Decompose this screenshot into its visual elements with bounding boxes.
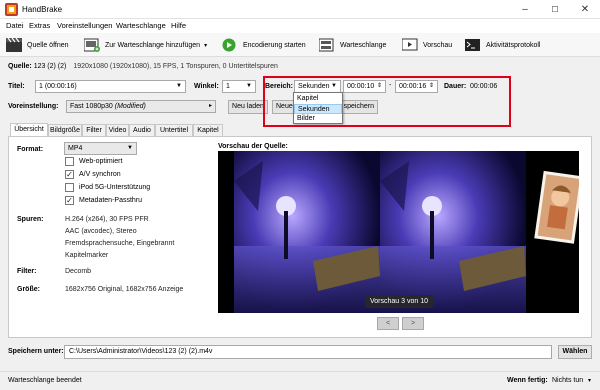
preset-select[interactable]: Fast 1080p30 (Modified) ▸ xyxy=(66,100,216,113)
angle-select[interactable]: 1 ▼ xyxy=(222,80,256,93)
angle-select-value: 1 xyxy=(226,83,230,90)
track-chapters: Kapitelmarker xyxy=(65,252,109,259)
activity-log-label: Aktivitätsprotokoll xyxy=(486,41,541,49)
preset-modified: (Modified) xyxy=(114,103,146,110)
preview-next-button[interactable]: > xyxy=(402,317,424,330)
av-sync-checkbox[interactable]: ✓ xyxy=(65,170,74,179)
angle-label: Winkel: xyxy=(194,83,219,90)
add-queue-icon xyxy=(84,38,100,52)
chevron-down-icon[interactable]: ▾ xyxy=(588,377,591,384)
source-info: Quelle: 123 (2) (2) 1920x1080 (1920x1080… xyxy=(8,63,278,70)
minimize-button[interactable]: – xyxy=(510,0,540,19)
when-done-select[interactable]: Nichts tun xyxy=(552,377,583,384)
terminal-icon xyxy=(465,39,480,51)
chevron-down-icon: ▼ xyxy=(246,83,252,89)
web-optimized-label: Web-optimiert xyxy=(79,158,123,165)
size-value: 1682x756 Original, 1682x756 Anzeige xyxy=(65,286,184,293)
save-as-label: Speichern unter: xyxy=(8,348,64,355)
play-icon xyxy=(222,38,236,52)
filter-value: Decomb xyxy=(65,268,92,275)
preview-icon xyxy=(402,38,418,51)
preset-label: Voreinstellung: xyxy=(8,103,59,110)
source-name: 123 (2) (2) xyxy=(33,63,67,70)
chevron-down-icon: ▼ xyxy=(176,83,182,89)
maximize-button[interactable]: ☐ xyxy=(540,0,570,19)
preview-label: Vorschau xyxy=(423,41,453,49)
menu-bar: Datei Extras Voreinstellungen Warteschla… xyxy=(0,19,600,33)
web-optimized-checkbox[interactable] xyxy=(65,157,74,166)
track-subtitle: Fremdsprachensuche, Eingebrannt xyxy=(65,240,175,247)
when-done-label: Wenn fertig: xyxy=(507,377,548,384)
add-to-queue-button[interactable]: Zur Warteschlange hinzufügen ▾ xyxy=(84,36,207,54)
track-video: H.264 (x264), 30 FPS PFR xyxy=(65,216,149,223)
filter-label: Filter: xyxy=(17,268,37,275)
title-bar: HandBrake – ☐ ✕ xyxy=(0,0,600,19)
menu-voreinstellungen[interactable]: Voreinstellungen xyxy=(57,21,112,30)
preview-title: Vorschau der Quelle: xyxy=(218,143,288,150)
open-source-button[interactable]: Quelle öffnen xyxy=(6,36,69,54)
preview-counter: Vorschau 3 von 10 xyxy=(365,295,433,308)
menu-hilfe[interactable]: Hilfe xyxy=(171,21,186,30)
save-path-input[interactable]: C:\Users\Administrator\Videos\123 (2) (2… xyxy=(64,345,552,359)
tab-chapters[interactable]: Kapitel xyxy=(193,124,223,136)
track-audio: AAC (avcodec), Stereo xyxy=(65,228,137,235)
size-label: Größe: xyxy=(17,286,40,293)
tab-overview[interactable]: Übersicht xyxy=(10,123,48,137)
preview-prev-button[interactable]: < xyxy=(377,317,399,330)
tab-dimensions[interactable]: Bildgröße xyxy=(48,124,82,136)
add-queue-dropdown-icon[interactable]: ▾ xyxy=(204,42,207,49)
add-queue-label: Zur Warteschlange hinzufügen xyxy=(105,41,201,49)
format-select[interactable]: MP4 ▼ xyxy=(64,142,137,155)
source-label: Quelle: xyxy=(8,63,32,70)
ipod-support-checkbox[interactable] xyxy=(65,183,74,192)
status-bar: Warteschlange beendet Wenn fertig: Nicht… xyxy=(0,371,600,390)
clapperboard-icon xyxy=(6,38,22,52)
preview-button[interactable]: Vorschau xyxy=(402,36,452,54)
open-source-label: Quelle öffnen xyxy=(27,41,69,49)
window-title: HandBrake xyxy=(22,5,63,14)
ipod-support-label: iPod 5G-Unterstützung xyxy=(79,184,151,191)
highlight-annotation xyxy=(263,76,511,127)
queue-icon xyxy=(319,38,334,52)
source-details: 1920x1080 (1920x1080), 15 FPS, 1 Tonspur… xyxy=(73,63,278,70)
reload-preset-button[interactable]: Neu laden xyxy=(228,100,268,114)
title-label: Titel: xyxy=(8,83,25,90)
tab-audio[interactable]: Audio xyxy=(129,124,155,136)
tracks-label: Spuren: xyxy=(17,216,44,223)
queue-button[interactable]: Warteschlange xyxy=(319,36,386,54)
preset-name: Fast 1080p30 xyxy=(70,103,113,110)
menu-extras[interactable]: Extras xyxy=(29,21,50,30)
activity-log-button[interactable]: Aktivitätsprotokoll xyxy=(465,36,540,54)
start-encode-label: Encodierung starten xyxy=(243,41,306,49)
title-select-value: 1 (00:00:16) xyxy=(39,83,77,90)
tab-video[interactable]: Video xyxy=(106,124,129,136)
chevron-right-icon: ▸ xyxy=(208,103,212,109)
av-sync-label: A/V synchron xyxy=(79,171,121,178)
preview-image xyxy=(218,151,579,313)
close-button[interactable]: ✕ xyxy=(570,0,600,19)
title-select[interactable]: 1 (00:00:16) ▼ xyxy=(35,80,186,93)
tab-filters[interactable]: Filter xyxy=(82,124,106,136)
menu-warteschlange[interactable]: Warteschlange xyxy=(116,21,166,30)
tab-subtitles[interactable]: Untertitel xyxy=(155,124,193,136)
preview-frame-image xyxy=(218,151,579,313)
status-text: Warteschlange beendet xyxy=(8,377,82,384)
queue-label: Warteschlange xyxy=(340,41,387,49)
handbrake-logo-icon xyxy=(5,3,18,16)
metadata-passthru-checkbox[interactable]: ✓ xyxy=(65,196,74,205)
format-value: MP4 xyxy=(68,145,83,152)
toolbar: Quelle öffnen Zur Warteschlange hinzufüg… xyxy=(0,33,600,57)
start-encode-button[interactable]: Encodierung starten xyxy=(222,36,306,54)
metadata-passthru-label: Metadaten-Passthru xyxy=(79,197,143,204)
menu-datei[interactable]: Datei xyxy=(6,21,24,30)
format-label: Format: xyxy=(17,146,44,153)
browse-button[interactable]: Wählen xyxy=(558,345,592,359)
chevron-down-icon: ▼ xyxy=(127,145,133,151)
